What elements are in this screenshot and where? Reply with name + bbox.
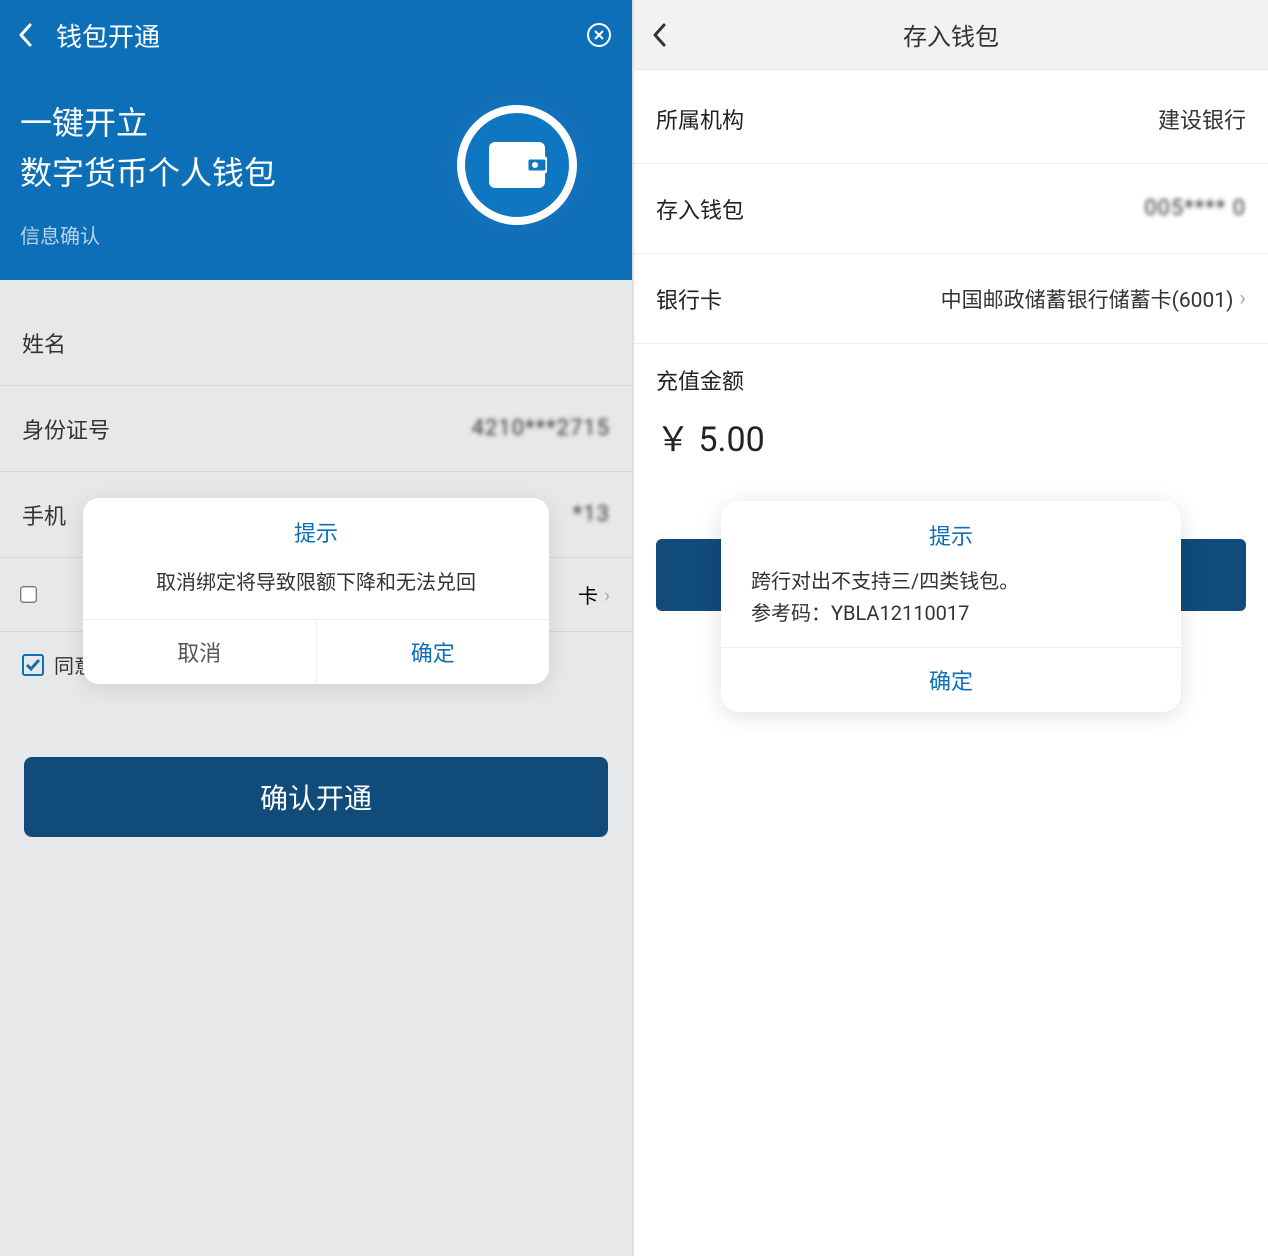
id-value: 4210***2715 [472,416,610,441]
ok-button[interactable]: 确定 [317,620,550,684]
alert-dialog: 提示 取消绑定将导致限额下降和无法兑回 取消 确定 [83,498,549,684]
dialog-body: 跨行对出不支持三/四类钱包。 参考码：YBLA12110017 [721,559,1181,647]
wallet-value: 005**** 0 [1144,196,1246,221]
wallet-label: 存入钱包 [656,193,1144,225]
alert-dialog: 提示 跨行对出不支持三/四类钱包。 参考码：YBLA12110017 确定 [721,501,1181,712]
confirm-open-button[interactable]: 确认开通 [24,757,608,837]
name-row[interactable]: 姓名 [0,300,632,386]
card-checkbox[interactable] [20,586,37,603]
dialog-line2: 参考码：YBLA12110017 [751,597,1151,629]
id-row[interactable]: 身份证号 4210***2715 [0,386,632,472]
dialog-actions: 取消 确定 [83,619,549,684]
chevron-right-icon: › [604,583,610,607]
page-title: 存入钱包 [672,17,1230,52]
chevron-right-icon: › [1239,286,1246,311]
dialog-body: 取消绑定将导致限额下降和无法兑回 [83,558,549,619]
back-icon[interactable] [18,23,38,47]
dialog-line1: 跨行对出不支持三/四类钱包。 [751,565,1151,597]
page-title: 钱包开通 [56,17,584,54]
phone-value: *13 [573,502,610,527]
wallet-icon [457,105,577,225]
header-bar: 存入钱包 [634,0,1268,70]
lower-region: 提示 跨行对出不支持三/四类钱包。 参考码：YBLA12110017 确定 [634,485,1268,1205]
header-bar: 钱包开通 [0,0,632,70]
wallet-row[interactable]: 存入钱包 005**** 0 [634,164,1268,254]
ok-button[interactable]: 确定 [721,647,1181,712]
amount-value: ￥ 5.00 [634,402,1268,485]
name-label: 姓名 [22,327,610,359]
bankcard-row[interactable]: 银行卡 中国邮政储蓄银行储蓄卡(6001) › [634,254,1268,344]
back-icon[interactable] [652,23,672,47]
close-icon[interactable] [584,22,614,48]
dialog-container: 提示 取消绑定将导致限额下降和无法兑回 取消 确定 [83,498,549,684]
amount-label: 充值金额 [634,344,1268,402]
screen-deposit: 存入钱包 所属机构 建设银行 存入钱包 005**** 0 银行卡 中国邮政储蓄… [634,0,1268,1256]
form-body: 姓名 身份证号 4210***2715 手机 *13 卡 › 同意 《开通数字货… [0,280,632,1256]
org-row: 所属机构 建设银行 [634,74,1268,164]
dialog-title: 提示 [83,498,549,558]
hero-section: 一键开立 数字货币个人钱包 信息确认 [0,70,632,280]
org-label: 所属机构 [656,103,1158,135]
dialog-title: 提示 [721,501,1181,559]
deposit-body: 所属机构 建设银行 存入钱包 005**** 0 银行卡 中国邮政储蓄银行储蓄卡… [634,70,1268,1205]
org-value: 建设银行 [1158,103,1246,135]
wallet-circle-decoration [432,80,602,250]
agree-checkbox[interactable] [22,654,44,676]
card-suffix: 卡 [578,580,598,609]
id-label: 身份证号 [22,413,472,445]
bank-label: 银行卡 [656,283,941,315]
screen-wallet-open: 钱包开通 一键开立 数字货币个人钱包 信息确认 姓名 身份证号 4210***2… [0,0,634,1256]
cancel-button[interactable]: 取消 [83,620,317,684]
bank-value: 中国邮政储蓄银行储蓄卡(6001) [941,284,1234,314]
